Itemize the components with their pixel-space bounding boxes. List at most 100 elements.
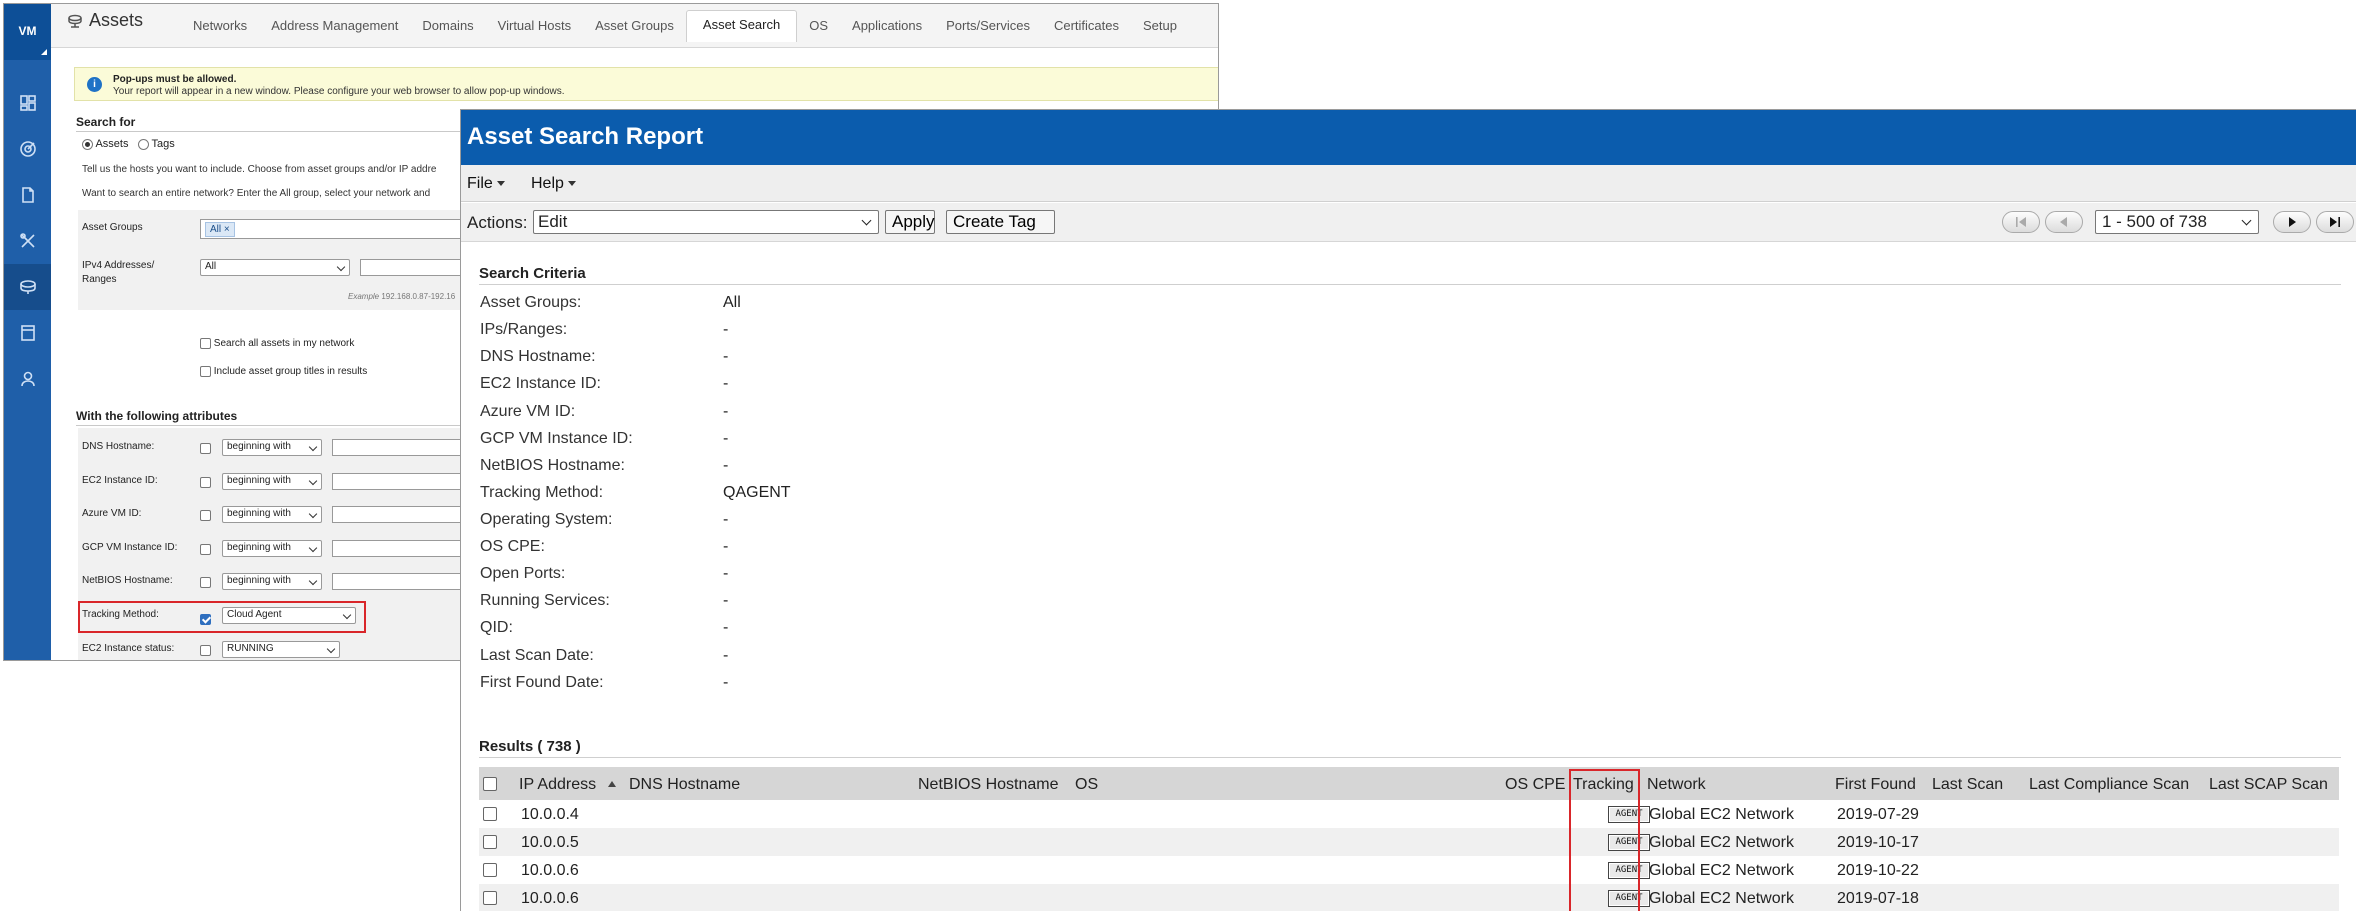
criteria-value: All — [723, 294, 741, 311]
column-ip-address[interactable]: IP Address — [519, 776, 622, 794]
radio-assets[interactable] — [82, 138, 93, 150]
tab-asset-groups[interactable]: Asset Groups — [583, 16, 686, 42]
tab-address-management[interactable]: Address Management — [259, 16, 410, 42]
tab-networks[interactable]: Networks — [181, 16, 259, 42]
column-os-cpe[interactable]: OS CPE — [1505, 776, 1565, 794]
vm-module-switcher[interactable]: VM — [4, 4, 51, 60]
assets-icon[interactable] — [4, 264, 51, 310]
actions-select[interactable]: Edit — [533, 210, 879, 234]
criteria-value: - — [723, 674, 729, 691]
column-first-found[interactable]: First Found — [1835, 776, 1916, 794]
report-menu-bar: File Help — [461, 165, 2356, 202]
column-dns-hostname[interactable]: DNS Hostname — [629, 776, 740, 794]
knowledgebase-icon[interactable] — [4, 310, 51, 356]
table-row[interactable]: 10.0.0.5 AGENT Global EC2 Network 2019-1… — [479, 828, 2339, 856]
select-all-checkbox[interactable] — [483, 777, 497, 791]
last-page-button[interactable] — [2316, 211, 2354, 233]
attr-checkbox-netbios[interactable] — [200, 577, 211, 588]
dashboard-icon[interactable] — [4, 80, 51, 126]
attr-checkbox-dns[interactable] — [200, 443, 211, 454]
cell-ip-address[interactable]: 10.0.0.5 — [521, 834, 579, 852]
next-page-button[interactable] — [2273, 211, 2311, 233]
menu-help[interactable]: Help — [531, 175, 576, 193]
tab-ports-services[interactable]: Ports/Services — [934, 16, 1042, 42]
sort-ascending-icon — [608, 780, 617, 787]
tracking-column-highlight — [1569, 769, 1640, 911]
row-checkbox[interactable] — [483, 891, 497, 905]
search-help-line-1: Tell us the hosts you want to include. C… — [82, 164, 437, 175]
tab-asset-search[interactable]: Asset Search — [685, 10, 798, 42]
ipv4-select[interactable]: All — [200, 259, 350, 276]
criteria-label: IPs/Ranges: — [480, 321, 568, 338]
include-titles-checkbox[interactable] — [200, 366, 211, 377]
search-all-checkbox[interactable] — [200, 338, 211, 349]
row-checkbox[interactable] — [483, 863, 497, 877]
criteria-label: Running Services: — [480, 592, 610, 609]
tab-setup[interactable]: Setup — [1131, 16, 1189, 42]
cell-first-found: 2019-10-17 — [1837, 834, 1919, 851]
column-netbios-hostname[interactable]: NetBIOS Hostname — [918, 776, 1059, 794]
attr-select-gcp[interactable]: beginning with — [222, 540, 322, 557]
popup-notice-title: Pop-ups must be allowed. — [113, 74, 237, 85]
cell-ip-address[interactable]: 10.0.0.4 — [521, 806, 579, 824]
cell-ip-address[interactable]: 10.0.0.6 — [521, 890, 579, 908]
cell-first-found: 2019-07-18 — [1837, 890, 1919, 907]
column-last-scap-scan[interactable]: Last SCAP Scan — [2209, 776, 2328, 794]
search-all-label: Search all assets in my network — [213, 338, 355, 350]
include-titles-option: Include asset group titles in results — [200, 366, 367, 377]
attr-checkbox-azure[interactable] — [200, 510, 211, 521]
criteria-value: - — [723, 375, 729, 392]
radio-tags[interactable] — [137, 138, 149, 150]
tab-os[interactable]: OS — [797, 16, 840, 42]
page-range-select[interactable]: 1 - 500 of 738 — [2095, 210, 2259, 234]
attr-select-ec2[interactable]: beginning with — [222, 473, 322, 490]
column-last-compliance-scan[interactable]: Last Compliance Scan — [2029, 776, 2189, 794]
users-icon[interactable] — [4, 356, 51, 402]
cell-network: Global EC2 Network — [1649, 862, 1794, 879]
previous-page-button[interactable] — [2045, 211, 2083, 233]
column-last-scan[interactable]: Last Scan — [1932, 776, 2003, 794]
tab-domains[interactable]: Domains — [410, 16, 485, 42]
asset-group-chip-all[interactable]: All × — [205, 222, 235, 237]
apply-button[interactable]: Apply — [885, 210, 935, 234]
table-row[interactable]: 10.0.0.6 AGENT Global EC2 Network 2019-1… — [479, 856, 2339, 884]
row-checkbox[interactable] — [483, 835, 497, 849]
search-help-line-2: Want to search an entire network? Enter … — [82, 188, 431, 199]
reports-icon[interactable] — [4, 172, 51, 218]
attr-select-azure[interactable]: beginning with — [222, 506, 322, 523]
module-rail: VM — [4, 4, 51, 660]
attr-checkbox-gcp[interactable] — [200, 544, 211, 555]
criteria-value: - — [723, 538, 729, 555]
radio-tags-label: Tags — [151, 138, 175, 150]
first-page-icon — [2016, 217, 2026, 227]
attr-select-dns[interactable]: beginning with — [222, 439, 322, 456]
attr-checkbox-ec2-status[interactable] — [200, 645, 211, 656]
results-heading: Results ( 738 ) — [479, 738, 581, 755]
remediation-icon[interactable] — [4, 218, 51, 264]
criteria-value: - — [723, 647, 729, 664]
tab-virtual-hosts[interactable]: Virtual Hosts — [486, 16, 583, 42]
popup-notice: i Pop-ups must be allowed. Your report w… — [74, 67, 1218, 101]
create-tag-button[interactable]: Create Tag — [946, 210, 1055, 234]
cell-ip-address[interactable]: 10.0.0.6 — [521, 862, 579, 880]
criteria-value: - — [723, 511, 729, 528]
assets-title: Assets — [67, 10, 143, 31]
cell-first-found: 2019-07-29 — [1837, 806, 1919, 823]
tab-certificates[interactable]: Certificates — [1042, 16, 1131, 42]
ec2-status-select[interactable]: RUNNING — [222, 641, 340, 658]
tab-applications[interactable]: Applications — [840, 16, 934, 42]
table-row[interactable]: 10.0.0.4 AGENT Global EC2 Network 2019-0… — [479, 800, 2339, 828]
column-network[interactable]: Network — [1647, 776, 1706, 794]
search-all-option: Search all assets in my network — [200, 338, 354, 349]
first-page-button[interactable] — [2002, 211, 2040, 233]
criteria-label: EC2 Instance ID: — [480, 375, 601, 392]
attr-checkbox-ec2[interactable] — [200, 477, 211, 488]
attr-select-netbios[interactable]: beginning with — [222, 573, 322, 590]
table-row[interactable]: 10.0.0.6 AGENT Global EC2 Network 2019-0… — [479, 884, 2339, 911]
scans-icon[interactable] — [4, 126, 51, 172]
row-checkbox[interactable] — [483, 807, 497, 821]
example-label: Example — [348, 292, 380, 301]
menu-file[interactable]: File — [467, 175, 505, 193]
criteria-label: OS CPE: — [480, 538, 545, 555]
column-os[interactable]: OS — [1075, 776, 1098, 794]
